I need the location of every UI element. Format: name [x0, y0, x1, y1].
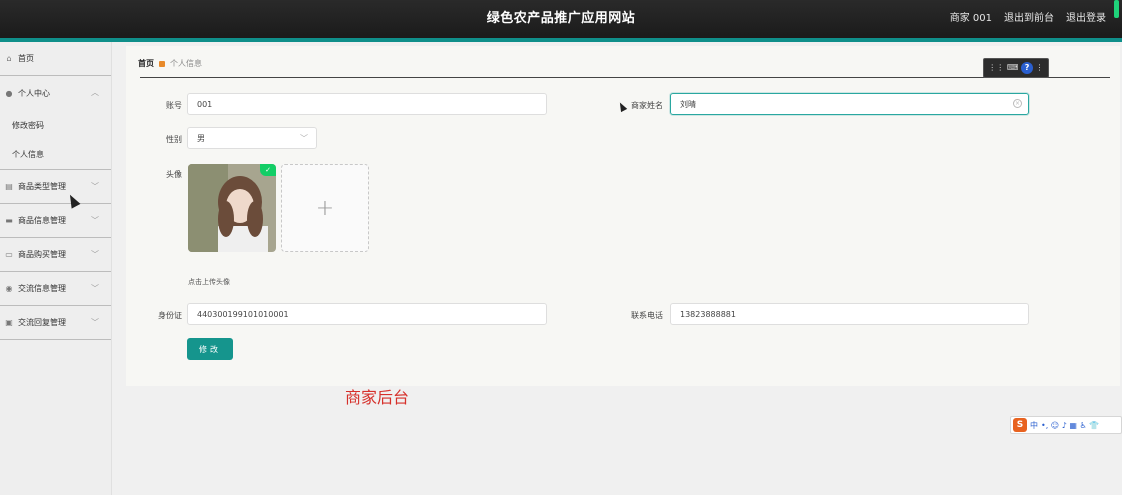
back-to-front-link[interactable]: 退出到前台: [1004, 9, 1054, 24]
chat-icon: ▣: [5, 318, 13, 327]
avatar-photo: [188, 164, 276, 252]
name-value: 刘晴: [680, 99, 696, 109]
ime-mode[interactable]: 中: [1030, 420, 1038, 431]
avatar-image[interactable]: ✓: [188, 164, 276, 252]
sidebar-item-exchange-reply[interactable]: ▣ 交流回复管理 ﹀: [0, 306, 111, 340]
home-icon: ⌂: [6, 54, 12, 63]
phone-field[interactable]: 13823888881: [670, 303, 1029, 325]
sidebar-item-label: 首页: [18, 54, 34, 63]
sidebar-item-label: 交流回复管理: [18, 318, 66, 327]
ime-logo-icon[interactable]: S: [1013, 418, 1027, 432]
chevron-down-icon: ﹀: [91, 182, 99, 191]
phone-label: 联系电话: [631, 311, 663, 320]
sidebar-item-home[interactable]: ⌂ 首页: [0, 42, 111, 76]
main-content: 首页 个人信息 账号 001 商家姓名 刘晴 × 性别 男 ﹀ 头像 ✓ + 点…: [112, 42, 1122, 495]
monitor-icon: ▬: [5, 216, 13, 225]
sidebar-subitem-label: 个人信息: [12, 150, 44, 159]
upload-avatar-button[interactable]: +: [281, 164, 369, 252]
chevron-down-icon: ﹀: [91, 284, 99, 293]
user-icon: ●: [5, 88, 13, 98]
breadcrumb: 首页 个人信息: [138, 58, 202, 69]
account-value: 001: [197, 99, 213, 109]
form-panel: 首页 个人信息 账号 001 商家姓名 刘晴 × 性别 男 ﹀ 头像 ✓ + 点…: [126, 46, 1120, 386]
phone-value: 13823888881: [680, 309, 736, 319]
sidebar-item-label: 商品购买管理: [18, 250, 66, 259]
id-number-field[interactable]: 440300199101010001: [187, 303, 547, 325]
breadcrumb-home[interactable]: 首页: [138, 58, 154, 69]
check-icon: ✓: [260, 164, 276, 176]
sidebar-subitem-personal-info[interactable]: 个人信息: [0, 140, 111, 170]
overlay-caption: 商家后台: [345, 388, 410, 407]
sidebar-item-product-info[interactable]: ▬ 商品信息管理 ﹀: [0, 204, 111, 238]
chevron-down-icon: ﹀: [300, 134, 308, 143]
floating-toolbar: ⋮⋮ ⌨ ? ⋮: [983, 58, 1049, 78]
sidebar-item-personal-center[interactable]: ● 个人中心 ︿: [0, 76, 111, 110]
divider: [140, 77, 1110, 78]
grip-icon[interactable]: ⋮⋮: [988, 64, 1004, 72]
sidebar-item-product-purchase[interactable]: ▭ 商品购买管理 ﹀: [0, 238, 111, 272]
sidebar-subitem-label: 修改密码: [12, 120, 44, 130]
account-field[interactable]: 001: [187, 93, 547, 115]
avatar-label: 头像: [166, 170, 182, 179]
sidebar-subitem-change-password[interactable]: 修改密码: [0, 110, 111, 140]
submit-button[interactable]: 修改: [187, 338, 233, 360]
account-label: 账号: [166, 101, 182, 110]
name-field[interactable]: 刘晴 ×: [670, 93, 1029, 115]
clear-icon[interactable]: ×: [1013, 99, 1022, 108]
sidebar: ⌂ 首页 ● 个人中心 ︿ 修改密码 个人信息 ▤ 商品类型管理 ﹀ ▬ 商品信…: [0, 42, 112, 495]
top-header: 绿色农产品推广应用网站 商家 001 退出到前台 退出登录: [0, 0, 1122, 38]
chevron-down-icon: ﹀: [91, 250, 99, 259]
logout-link[interactable]: 退出登录: [1066, 9, 1106, 24]
keyboard-icon[interactable]: ⌨: [1007, 64, 1019, 72]
sidebar-item-exchange-info[interactable]: ◉ 交流信息管理 ﹀: [0, 272, 111, 306]
avatar-hint: 点击上传头像: [188, 278, 230, 286]
status-indicator: [1114, 0, 1119, 18]
folder-icon: ▤: [5, 182, 13, 191]
id-value: 440300199101010001: [197, 309, 289, 319]
breadcrumb-current: 个人信息: [170, 59, 202, 68]
user-label: 商家 001: [949, 13, 992, 24]
chevron-up-icon: ︿: [91, 88, 99, 97]
sidebar-item-product-type[interactable]: ▤ 商品类型管理 ﹀: [0, 170, 111, 204]
more-icon[interactable]: ⋮: [1036, 64, 1044, 72]
chevron-down-icon: ﹀: [91, 318, 99, 327]
sidebar-item-label: 商品信息管理: [18, 216, 66, 225]
sidebar-item-label: 个人中心: [18, 88, 50, 98]
pin-icon: ◉: [5, 284, 13, 293]
ticket-icon: ▭: [5, 250, 13, 259]
header-links: 商家 001 退出到前台 退出登录: [950, 9, 1106, 24]
sidebar-item-label: 商品类型管理: [18, 182, 66, 191]
breadcrumb-separator-icon: [159, 60, 165, 67]
plus-icon: +: [315, 195, 335, 221]
gender-label: 性别: [166, 135, 182, 144]
ime-tools[interactable]: •, ☺ ♪ ▦ ♿ 👕: [1041, 421, 1099, 430]
help-icon[interactable]: ?: [1021, 62, 1034, 74]
name-label: 商家姓名: [631, 101, 663, 110]
gender-select[interactable]: 男 ﹀: [187, 127, 317, 149]
chevron-down-icon: ﹀: [91, 216, 99, 225]
sidebar-item-label: 交流信息管理: [18, 284, 66, 293]
ime-toolbar: S 中 •, ☺ ♪ ▦ ♿ 👕: [1010, 416, 1122, 434]
gender-value: 男: [197, 133, 205, 143]
id-label: 身份证: [158, 311, 182, 320]
